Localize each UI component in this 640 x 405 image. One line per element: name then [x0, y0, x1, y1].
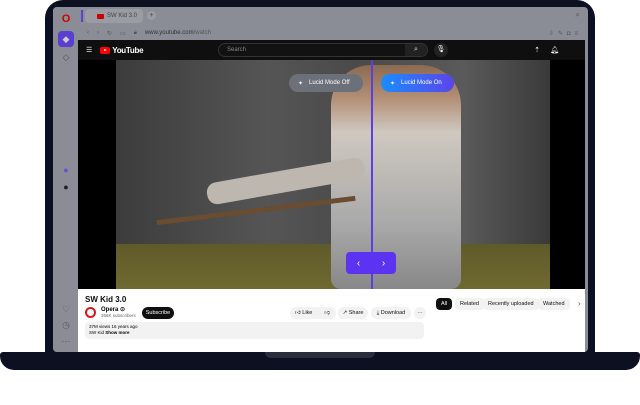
- chip-all[interactable]: All: [436, 298, 453, 310]
- new-tab-button[interactable]: +: [147, 11, 156, 20]
- lucid-mode-off-label: ✦ Lucid Mode Off: [289, 74, 363, 92]
- chevron-right-icon[interactable]: ›: [578, 299, 581, 308]
- more-icon[interactable]: ···: [58, 333, 74, 349]
- video-title: SW Kid 3.0: [85, 295, 127, 304]
- aria-icon[interactable]: ◆: [58, 31, 74, 47]
- tab-bar: SW Kid 3.0 + ⌕: [79, 7, 588, 25]
- bell-icon[interactable]: 🔔︎: [550, 46, 559, 54]
- description-box[interactable]: 37M views 16 years ago SW Kid Show more: [85, 322, 424, 339]
- search-tabs-icon[interactable]: ⌕: [576, 10, 580, 20]
- comparison-slider-handle[interactable]: ‹ ›: [346, 252, 396, 274]
- like-button[interactable]: 👍︎ Like 👎︎: [290, 307, 336, 319]
- video-info: SW Kid 3.0 Opera ⊙ 356K subscribers Subsc…: [78, 289, 585, 352]
- forward-icon[interactable]: ›: [97, 30, 99, 36]
- history-icon[interactable]: ◷: [58, 317, 74, 333]
- show-more-link[interactable]: Show more: [105, 330, 129, 335]
- address-bar[interactable]: ‹ › ↻ ▭ 🔒︎ www.youtube.com/watch ⇩✎◘≡: [79, 25, 588, 41]
- video-frame: ✦ Lucid Mode Off ✦ Lucid Mode On ‹ ›: [116, 60, 550, 289]
- subscriber-count: 356K subscribers: [101, 313, 136, 318]
- dislike-icon: 👎︎: [324, 310, 330, 316]
- sparkle-icon: ✦: [390, 80, 396, 87]
- youtube-page: ☰ YouTube Search ⌕ 🎙︎ ⇡ 🔔︎ ✦ Lucid Mode Of…: [78, 40, 585, 352]
- lucid-mode-on-label: ✦ Lucid Mode On: [381, 74, 454, 92]
- lock-icon: 🔒︎: [133, 29, 137, 36]
- threads-icon[interactable]: ●: [58, 179, 74, 195]
- video-player[interactable]: ✦ Lucid Mode Off ✦ Lucid Mode On ‹ ›: [78, 60, 585, 289]
- sidebar: O ◆ ◇ ● ● ♡ ◷ ···: [53, 7, 79, 352]
- channel-info[interactable]: Opera ⊙ 356K subscribers: [85, 306, 136, 318]
- search-input[interactable]: Search ⌕: [218, 43, 428, 57]
- reload-icon[interactable]: ↻: [107, 30, 112, 37]
- heart-icon[interactable]: ♡: [58, 301, 74, 317]
- url[interactable]: www.youtube.com/watch: [145, 30, 211, 36]
- chip-related[interactable]: Related: [455, 298, 484, 310]
- laptop-notch: [265, 352, 375, 358]
- messenger-icon[interactable]: ●: [58, 162, 74, 178]
- channel-avatar[interactable]: [85, 306, 96, 318]
- vpn-badge-icon[interactable]: ▭: [120, 30, 126, 37]
- back-icon[interactable]: ‹: [87, 30, 89, 36]
- upload-icon[interactable]: ⇡: [534, 46, 540, 54]
- browser-window: O ◆ ◇ ● ● ♡ ◷ ··· SW Kid 3.0 + ⌕ ‹ › ↻ ▭ 🔒︎ …: [53, 7, 588, 352]
- toolbar-icons[interactable]: ⇩✎◘≡: [549, 30, 582, 37]
- youtube-header: ☰ YouTube Search ⌕ 🎙︎ ⇡ 🔔︎: [78, 40, 585, 60]
- youtube-logo[interactable]: YouTube: [100, 46, 144, 55]
- youtube-favicon-icon: [97, 13, 104, 19]
- chevron-right-icon: ›: [381, 257, 386, 269]
- mic-icon[interactable]: 🎙︎: [434, 43, 448, 57]
- chip-recently-uploaded[interactable]: Recently uploaded: [483, 298, 539, 310]
- chip-watched[interactable]: Watched: [538, 298, 570, 310]
- chevron-left-icon: ‹: [356, 257, 361, 269]
- more-actions-button[interactable]: ···: [414, 307, 426, 319]
- tab-active[interactable]: SW Kid 3.0: [81, 9, 143, 23]
- diamond-icon[interactable]: ◇: [58, 49, 74, 65]
- opera-logo-icon[interactable]: O: [58, 11, 74, 27]
- menu-icon[interactable]: ☰: [86, 46, 92, 54]
- tab-title: SW Kid 3.0: [107, 13, 138, 19]
- subscribe-button[interactable]: Subscribe: [142, 307, 174, 319]
- search-icon[interactable]: ⌕: [405, 44, 427, 56]
- share-button[interactable]: ↗ Share: [338, 307, 368, 319]
- sparkle-icon: ✦: [298, 80, 304, 87]
- download-button[interactable]: ⤓ Download: [371, 307, 411, 319]
